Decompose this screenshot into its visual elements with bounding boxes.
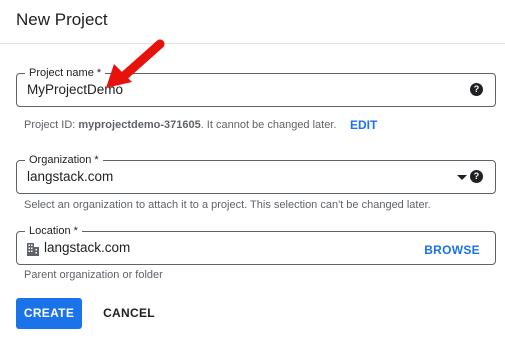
- help-circle-icon[interactable]: ?: [470, 170, 483, 183]
- location-value: langstack.com: [44, 240, 131, 255]
- browse-button[interactable]: BROWSE: [424, 243, 480, 257]
- project-id-value: myprojectdemo-371605: [78, 119, 201, 131]
- help-circle-icon[interactable]: ?: [470, 83, 483, 96]
- location-label: Location *: [25, 224, 82, 238]
- project-id-prefix: Project ID:: [24, 119, 79, 131]
- project-id-suffix: . It cannot be changed later.: [200, 119, 337, 131]
- dialog-header: New Project: [0, 0, 505, 44]
- project-name-field[interactable]: Project name * MyProjectDemo ?: [16, 66, 496, 107]
- dialog-title: New Project: [16, 10, 108, 29]
- project-name-label: Project name *: [25, 66, 106, 80]
- building-icon: [27, 243, 39, 256]
- cancel-button[interactable]: CANCEL: [100, 298, 158, 329]
- annotation-arrow-icon: [106, 39, 165, 88]
- organization-label: Organization *: [25, 153, 103, 167]
- location-hint: Parent organization or folder: [24, 269, 163, 281]
- organization-select[interactable]: Organization * langstack.com ?: [16, 153, 496, 194]
- create-button[interactable]: CREATE: [16, 298, 82, 329]
- project-id-hint: Project ID: myprojectdemo-371605. It can…: [24, 119, 336, 131]
- organization-value: langstack.com: [27, 169, 114, 184]
- caret-down-icon[interactable]: [457, 175, 467, 180]
- edit-project-id-link[interactable]: EDIT: [350, 118, 377, 132]
- location-field[interactable]: Location * langstack.com BROWSE: [16, 224, 496, 265]
- organization-hint: Select an organization to attach it to a…: [24, 199, 431, 211]
